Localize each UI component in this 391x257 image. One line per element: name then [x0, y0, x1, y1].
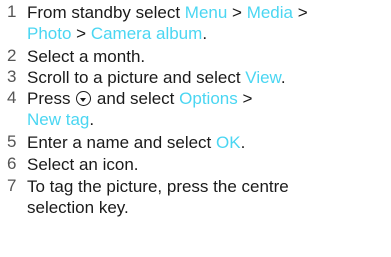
step-body: From standby select Menu > Media > Photo…	[27, 2, 389, 44]
step-body: To tag the picture, press the centre sel…	[27, 176, 389, 218]
step-text: To tag the picture, press the centre	[27, 177, 289, 196]
separator: >	[237, 89, 253, 108]
step-number: 5	[7, 132, 17, 151]
step-body: Select a month.	[27, 46, 389, 67]
step-body: Press and select Options > New tag.	[27, 88, 389, 130]
step-text: Enter a name and select	[27, 133, 217, 152]
step-number: 4	[7, 88, 17, 107]
step-text: .	[89, 110, 95, 129]
menu-item-photo: Photo	[27, 24, 72, 43]
menu-item-ok: OK	[216, 133, 241, 152]
step-number: 6	[7, 154, 17, 173]
step-text: Select an icon.	[27, 155, 139, 174]
step-text: Press	[27, 89, 76, 108]
step-number: 7	[7, 176, 17, 195]
menu-item-options: Options	[179, 89, 238, 108]
step-body: Enter a name and select OK.	[27, 132, 389, 153]
step-text: .	[240, 133, 246, 152]
separator: >	[71, 24, 91, 43]
step-text: Select a month.	[27, 47, 146, 66]
separator: >	[227, 3, 247, 22]
menu-item-media: Media	[246, 3, 293, 22]
step-text: From standby select	[27, 3, 185, 22]
step-text: .	[280, 68, 286, 87]
step-body: Scroll to a picture and select View.	[27, 67, 389, 88]
step-text: Scroll to a picture and select	[27, 68, 246, 87]
instruction-steps: 1 From standby select Menu > Media > Pho…	[0, 0, 391, 257]
separator: >	[293, 3, 308, 22]
step-text: .	[202, 24, 208, 43]
navigation-key-icon	[76, 91, 92, 106]
step-text: and select	[92, 89, 180, 108]
menu-item-camera-album: Camera album	[90, 24, 203, 43]
step-number: 1	[7, 2, 17, 21]
step-number: 2	[7, 46, 17, 65]
menu-item-new-tag: New tag	[27, 110, 90, 129]
step-text: selection key.	[27, 198, 129, 217]
menu-item-menu: Menu	[184, 3, 228, 22]
step-body: Select an icon.	[27, 154, 389, 175]
step-number: 3	[7, 67, 17, 86]
menu-item-view: View	[245, 68, 281, 87]
